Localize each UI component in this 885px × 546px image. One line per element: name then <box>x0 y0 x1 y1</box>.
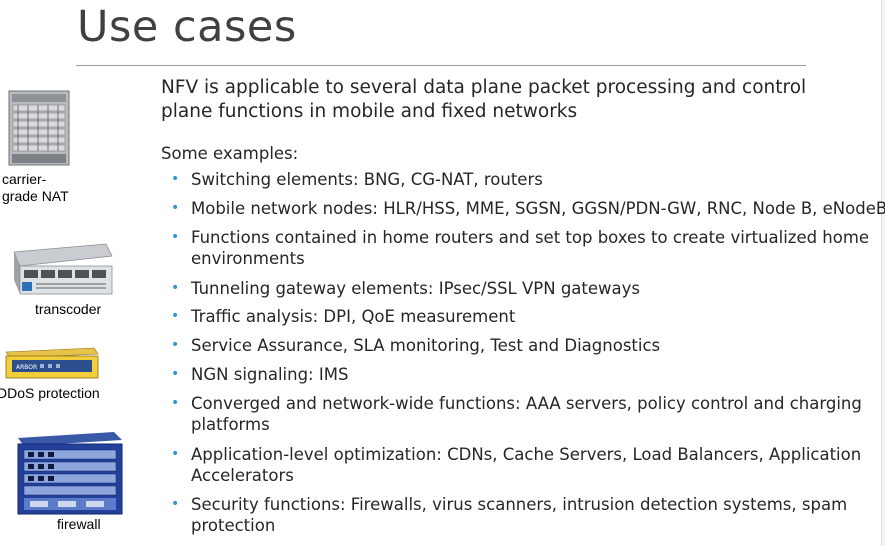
carrier-grade-nat-label: carrier- grade NAT <box>2 171 69 204</box>
title-divider <box>76 65 806 66</box>
firewall-chassis-image <box>17 432 123 515</box>
bullet-icon: • <box>171 171 180 187</box>
ddos-brand-text: ARBOR <box>16 364 37 371</box>
transcoder-appliance-image <box>13 243 113 295</box>
bullet-icon: • <box>171 446 180 462</box>
bullet-icon: • <box>171 229 180 245</box>
examples-heading: Some examples: <box>161 144 299 163</box>
window-edge <box>881 0 885 546</box>
bullet-icon: • <box>171 395 180 411</box>
slide-title: Use cases <box>77 2 297 52</box>
bullet-icon: • <box>171 496 180 512</box>
firewall-label: firewall <box>57 516 101 532</box>
bullet-icon: • <box>171 200 180 216</box>
intro-text: NFV is applicable to several data plane … <box>161 77 807 122</box>
ddos-protection-label: DDoS protection <box>0 385 100 401</box>
carrier-grade-nat-chassis-image <box>8 90 70 166</box>
bullet-icon: • <box>171 280 180 296</box>
bullet-icon: • <box>171 308 180 324</box>
transcoder-label: transcoder <box>35 301 102 317</box>
bullet-icon: • <box>171 366 180 382</box>
bullet-icon: • <box>171 337 180 353</box>
ddos-protection-appliance-image: ARBOR <box>5 347 99 379</box>
slide: Use cases NFV is applicable to several d… <box>0 0 885 546</box>
